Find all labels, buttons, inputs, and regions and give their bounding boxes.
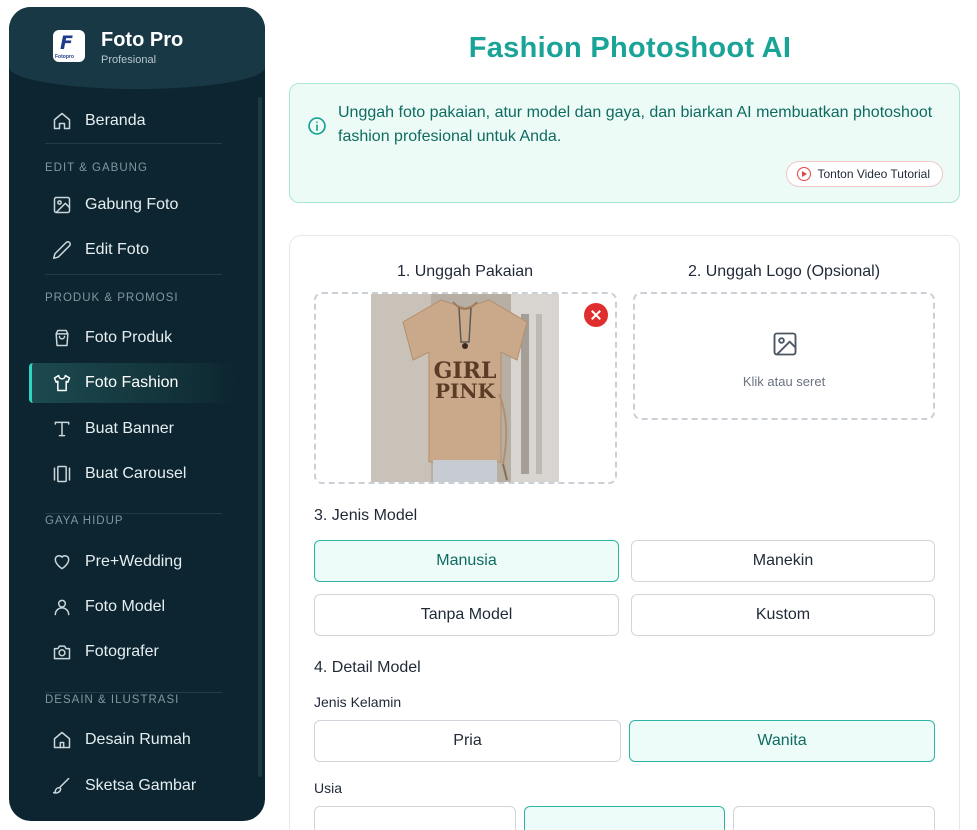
garment-preview-image: GIRL PINK [371, 294, 559, 482]
pencil-icon [51, 239, 73, 261]
watch-tutorial-label: Tonton Video Tutorial [817, 167, 930, 181]
garment-print-line2: PINK [435, 379, 496, 403]
model-type-heading: 3. Jenis Model [314, 507, 418, 524]
sidebar-item-label: Foto Model [85, 598, 166, 615]
camera-icon [51, 641, 73, 663]
type-icon [51, 418, 73, 440]
garment-dropzone[interactable]: GIRL PINK [314, 292, 617, 484]
play-icon [797, 167, 812, 181]
sidebar-item-label: Beranda [85, 112, 146, 129]
sidebar-item-label: Buat Carousel [85, 465, 187, 482]
sidebar-item-label: Edit Foto [85, 241, 150, 258]
sidebar-item-label: Desain Rumah [85, 731, 191, 748]
image-upload-icon [773, 332, 797, 356]
section-label-desain: DESAIN & ILUSTRASI [45, 694, 180, 706]
sidebar-scrollbar[interactable] [258, 97, 262, 777]
brand-subtitle: Profesional [101, 54, 157, 66]
watch-tutorial-button[interactable]: Tonton Video Tutorial [786, 161, 943, 187]
info-banner: Unggah foto pakaian, atur model dan gaya… [289, 83, 960, 203]
model-type-option-tanpa-model[interactable]: Tanpa Model [314, 594, 619, 636]
model-detail-heading: 4. Detail Model [314, 659, 421, 676]
section-label-gaya: GAYA HIDUP [45, 515, 124, 527]
sidebar-item-edit-foto[interactable]: Edit Foto [29, 230, 239, 270]
gender-option-wanita[interactable]: Wanita [629, 720, 935, 762]
sidebar-item-beranda[interactable]: Beranda [29, 101, 239, 141]
sidebar-item-label: Fotografer [85, 643, 159, 660]
section-divider [45, 513, 222, 514]
section-label-edit: EDIT & GABUNG [45, 162, 148, 174]
age-option[interactable] [524, 806, 725, 830]
sidebar-item-label: Foto Fashion [85, 374, 179, 391]
brand-title: Foto Pro [101, 29, 184, 51]
user-icon [51, 596, 73, 618]
sidebar-item-label: Foto Produk [85, 329, 173, 346]
sidebar-item-buat-carousel[interactable]: Buat Carousel [29, 454, 239, 494]
upload-logo-label: 2. Unggah Logo (Opsional) [687, 263, 881, 280]
sidebar-item-foto-model[interactable]: Foto Model [29, 587, 239, 627]
heart-icon [51, 551, 73, 573]
sidebar-item-desain-rumah[interactable]: Desain Rumah [29, 720, 239, 760]
image-icon [51, 194, 73, 216]
house-icon [51, 729, 73, 751]
page-title: Fashion Photoshoot AI [468, 32, 792, 64]
model-type-option-manusia[interactable]: Manusia [314, 540, 619, 582]
sidebar-item-foto-produk[interactable]: Foto Produk [29, 318, 239, 358]
sidebar-item-foto-fashion[interactable]: Foto Fashion [29, 363, 239, 403]
gender-label: Jenis Kelamin [314, 694, 402, 710]
section-label-produk: PRODUK & PROMOSI [45, 292, 179, 304]
sidebar-item-pre-wedding[interactable]: Pre+Wedding [29, 542, 239, 582]
brand-logo-letter: F [60, 32, 73, 54]
shirt-icon [51, 372, 73, 394]
age-label: Usia [314, 780, 343, 796]
section-divider [45, 143, 222, 144]
sidebar-item-sketsa-gambar[interactable]: Sketsa Gambar [29, 766, 239, 806]
age-option[interactable] [314, 806, 516, 830]
app-root: F Fotopro Foto Pro Profesional Beranda E… [0, 0, 977, 830]
sidebar-item-gabung-foto[interactable]: Gabung Foto [29, 185, 239, 225]
age-option[interactable] [733, 806, 935, 830]
shopping-bag-icon [51, 327, 73, 349]
sidebar-item-buat-banner[interactable]: Buat Banner [29, 409, 239, 449]
upload-garment-label: 1. Unggah Pakaian [396, 263, 534, 280]
sidebar-item-label: Gabung Foto [85, 196, 179, 213]
model-type-option-kustom[interactable]: Kustom [631, 594, 935, 636]
carousel-icon [51, 463, 73, 485]
model-type-option-manekin[interactable]: Manekin [631, 540, 935, 582]
logo-dropzone-hint: Klik atau seret [742, 374, 826, 389]
logo-dropzone[interactable]: Klik atau seret [633, 292, 935, 420]
brand-logo-text: Fotopro [55, 54, 74, 60]
sidebar-item-fotografer[interactable]: Fotografer [29, 632, 239, 672]
home-icon [51, 110, 73, 132]
brush-icon [51, 775, 73, 797]
brand-logo: F Fotopro [53, 30, 85, 62]
section-divider [45, 274, 222, 275]
sidebar-item-label: Buat Banner [85, 420, 174, 437]
remove-image-button[interactable] [584, 303, 608, 327]
section-divider [45, 692, 222, 693]
info-icon [308, 117, 326, 135]
info-text: Unggah foto pakaian, atur model dan gaya… [338, 104, 933, 145]
sidebar-item-label: Pre+Wedding [85, 553, 183, 570]
brand-header: F Fotopro Foto Pro Profesional [9, 7, 265, 89]
sidebar: F Fotopro Foto Pro Profesional Beranda E… [9, 7, 265, 821]
gender-option-pria[interactable]: Pria [314, 720, 621, 762]
sidebar-item-label: Sketsa Gambar [85, 777, 197, 794]
